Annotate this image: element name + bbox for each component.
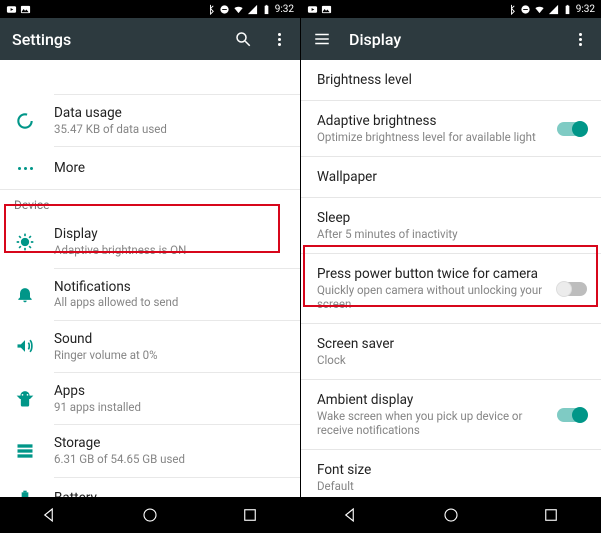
status-bar: 9:32	[301, 0, 601, 18]
display-settings-list[interactable]: Brightness level Adaptive brightness Opt…	[301, 60, 601, 497]
action-bar: Display	[301, 18, 601, 60]
search-icon[interactable]	[234, 30, 252, 48]
pref-adaptive-brightness[interactable]: Adaptive brightness Optimize brightness …	[301, 101, 601, 156]
status-time: 9:32	[576, 4, 595, 15]
data-usage-icon	[14, 110, 36, 132]
page-title: Settings	[12, 30, 216, 49]
apps-icon	[14, 388, 36, 410]
pref-brightness[interactable]: Brightness level	[301, 60, 601, 100]
recents-icon[interactable]	[241, 506, 259, 524]
overflow-icon[interactable]	[571, 30, 589, 48]
bluetooth-icon	[506, 4, 517, 15]
wifi-icon	[233, 4, 244, 15]
pref-sleep[interactable]: Sleep After 5 minutes of inactivity	[301, 198, 601, 253]
wifi-icon	[534, 4, 545, 15]
toggle-ambient[interactable]	[557, 408, 587, 422]
list-item-notifications[interactable]: Notifications All apps allowed to send	[0, 269, 300, 320]
battery-icon	[261, 4, 272, 15]
dnd-icon	[520, 4, 531, 15]
status-time: 9:32	[275, 4, 294, 15]
action-bar: Settings	[0, 18, 300, 60]
back-icon[interactable]	[342, 506, 360, 524]
picture-icon	[20, 4, 31, 15]
display-icon	[14, 231, 36, 253]
list-item-partial[interactable]	[0, 60, 300, 94]
pref-font-size[interactable]: Font size Default	[301, 450, 601, 497]
bell-icon	[14, 283, 36, 305]
home-icon[interactable]	[442, 506, 460, 524]
signal-icon	[247, 4, 258, 15]
nav-bar	[301, 497, 601, 533]
bluetooth-icon	[205, 4, 216, 15]
dnd-icon	[219, 4, 230, 15]
status-bar: 9:32	[0, 0, 300, 18]
list-item-sound[interactable]: Sound Ringer volume at 0%	[0, 321, 300, 372]
pref-ambient-display[interactable]: Ambient display Wake screen when you pic…	[301, 380, 601, 449]
pref-power-camera[interactable]: Press power button twice for camera Quic…	[301, 254, 601, 323]
picture-icon	[321, 4, 332, 15]
right-screen: 9:32 Display Brightness level Adaptive b…	[301, 0, 601, 533]
toggle-power-camera[interactable]	[557, 282, 587, 296]
pref-wallpaper[interactable]: Wallpaper	[301, 157, 601, 197]
more-icon	[14, 157, 36, 179]
home-icon[interactable]	[141, 506, 159, 524]
list-item-data-usage[interactable]: Data usage 35.47 KB of data used	[0, 95, 300, 146]
sound-icon	[14, 335, 36, 357]
overflow-icon[interactable]	[270, 30, 288, 48]
battery-icon	[562, 4, 573, 15]
signal-icon	[548, 4, 559, 15]
toggle-adaptive[interactable]	[557, 122, 587, 136]
recents-icon[interactable]	[542, 506, 560, 524]
back-icon[interactable]	[41, 506, 59, 524]
list-item-more[interactable]: More	[0, 147, 300, 189]
storage-icon	[14, 440, 36, 462]
list-item-display[interactable]: Display Adaptive brightness is ON	[0, 216, 300, 267]
youtube-icon	[307, 4, 318, 15]
youtube-icon	[6, 4, 17, 15]
battery-settings-icon	[14, 488, 36, 498]
pref-screensaver[interactable]: Screen saver Clock	[301, 324, 601, 379]
list-item-apps[interactable]: Apps 91 apps installed	[0, 373, 300, 424]
section-header-device: Device	[0, 190, 300, 216]
hamburger-icon[interactable]	[313, 30, 331, 48]
list-item-storage[interactable]: Storage 6.31 GB of 54.65 GB used	[0, 425, 300, 476]
left-screen: 9:32 Settings Data usage 35.47 KB of dat…	[0, 0, 300, 533]
settings-list[interactable]: Data usage 35.47 KB of data used More De…	[0, 60, 300, 497]
nav-bar	[0, 497, 300, 533]
page-title: Display	[349, 30, 553, 49]
list-item-battery[interactable]: Battery	[0, 478, 300, 498]
